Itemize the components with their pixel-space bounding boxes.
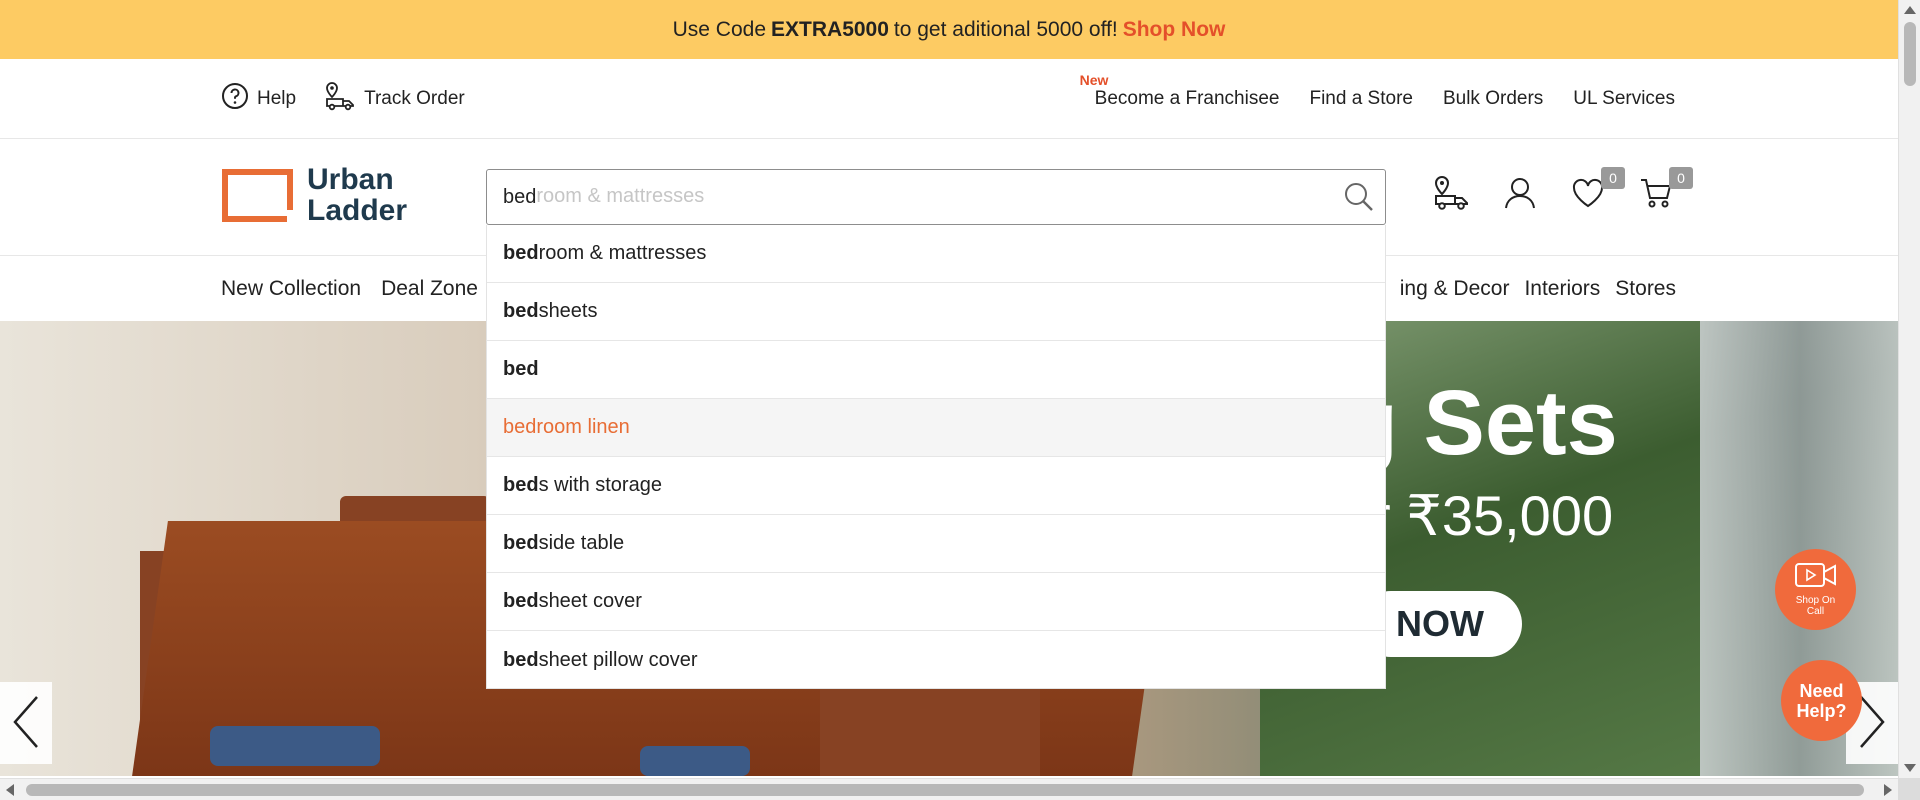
help-label: Help <box>257 88 297 109</box>
suggestion-match: bed <box>503 648 539 671</box>
become-franchisee-label: Become a Franchisee <box>1094 88 1280 109</box>
promo-suffix: to get aditional 5000 off! <box>893 17 1118 41</box>
carousel-prev-button[interactable] <box>0 682 52 764</box>
horizontal-scroll-thumb[interactable] <box>26 784 1864 796</box>
horizontal-scrollbar[interactable] <box>0 778 1898 800</box>
suggestion-item[interactable]: bed s with storage <box>487 457 1385 515</box>
help-link[interactable]: Help <box>221 82 296 116</box>
suggestion-rest: s with storage <box>538 474 662 496</box>
shop-on-call-label: Shop On Call <box>1795 595 1836 617</box>
new-tag: New <box>1079 72 1109 88</box>
suggestion-match: bed <box>503 358 539 380</box>
account-button[interactable] <box>1501 176 1539 214</box>
suggestion-match: bed <box>503 474 539 496</box>
scroll-down-arrow-icon[interactable] <box>1904 764 1916 772</box>
suggestion-match: bed <box>503 242 539 264</box>
suggestion-match: bed <box>503 532 539 554</box>
suggestion-match: bed <box>503 416 537 438</box>
suggestion-item-highlighted[interactable]: bed room linen <box>487 399 1385 457</box>
cart-count-badge: 0 <box>1669 167 1693 189</box>
suggestion-item[interactable]: bed sheet cover <box>487 573 1385 631</box>
logo-text: Urban Ladder <box>307 164 407 226</box>
vertical-scroll-thumb[interactable] <box>1904 22 1916 86</box>
search-icon[interactable] <box>1343 181 1375 218</box>
search-box: bedroom & mattresses <box>486 169 1386 225</box>
user-icon <box>1503 176 1537 215</box>
track-order-link[interactable]: Track Order <box>324 81 465 117</box>
truck-location-icon <box>1433 175 1471 216</box>
logo-line-2: Ladder <box>307 194 408 227</box>
wishlist-count-badge: 0 <box>1601 167 1625 189</box>
truck-location-icon <box>324 81 356 117</box>
promo-bar: Use Code EXTRA5000 to get aditional 5000… <box>0 0 1898 59</box>
suggestion-match: bed <box>503 590 539 612</box>
help-icon <box>221 82 249 116</box>
chevron-left-icon <box>11 695 41 752</box>
need-help-line-1: Need <box>1799 680 1844 701</box>
search-suggestions-dropdown: bed room & mattresses bed sheets bed bed ro… <box>486 225 1386 689</box>
hero-seat-image <box>640 746 750 776</box>
search-input[interactable] <box>487 185 1317 209</box>
ul-services-link[interactable]: UL Services <box>1573 88 1675 110</box>
suggestion-rest: room linen <box>536 416 630 438</box>
nav-furnishing-decor[interactable]: ing & Decor <box>1400 277 1510 301</box>
promo-shop-now-link[interactable]: Shop Now <box>1123 18 1226 42</box>
suggestion-rest: sheets <box>538 300 598 322</box>
wishlist-button[interactable]: 0 <box>1569 167 1625 214</box>
need-help-button[interactable]: Need Help? <box>1781 660 1862 741</box>
track-order-header-button[interactable] <box>1433 175 1471 216</box>
become-franchisee-link[interactable]: New Become a Franchisee <box>1080 72 1280 110</box>
scroll-up-arrow-icon[interactable] <box>1904 6 1916 14</box>
nav-new-collection[interactable]: New Collection <box>221 277 361 301</box>
suggestion-rest: room & mattresses <box>538 242 707 264</box>
utility-bar: Help Track Order New Become a Franchisee … <box>0 59 1898 139</box>
nav-stores[interactable]: Stores <box>1615 277 1676 301</box>
scroll-right-arrow-icon[interactable] <box>1884 784 1892 796</box>
suggestion-rest: sheet cover <box>538 590 642 612</box>
need-help-line-2: Help? <box>1796 700 1847 721</box>
scrollbar-corner <box>1898 778 1920 800</box>
heart-icon <box>1571 178 1605 213</box>
promo-prefix: Use Code <box>672 17 767 41</box>
suggestion-item[interactable]: bed side table <box>487 515 1385 573</box>
suggestion-item[interactable]: bed sheet pillow cover <box>487 631 1385 689</box>
suggestion-match: bed <box>503 300 539 322</box>
suggestion-item[interactable]: bed <box>487 341 1385 399</box>
bulk-orders-link[interactable]: Bulk Orders <box>1443 88 1543 110</box>
vertical-scrollbar[interactable] <box>1898 0 1920 778</box>
header-icons: 0 0 <box>1433 167 1693 216</box>
shop-on-call-button[interactable]: Shop On Call <box>1775 549 1856 630</box>
urban-ladder-logo[interactable]: Urban Ladder <box>222 164 407 226</box>
cart-icon <box>1639 176 1673 215</box>
nav-interiors[interactable]: Interiors <box>1524 277 1600 301</box>
suggestion-rest: side table <box>538 532 625 554</box>
suggestion-item[interactable]: bed sheets <box>487 283 1385 341</box>
video-call-icon <box>1794 562 1838 591</box>
nav-deal-zone[interactable]: Deal Zone <box>381 277 478 301</box>
track-order-label: Track Order <box>364 88 465 109</box>
suggestion-rest: sheet pillow cover <box>538 648 698 671</box>
suggestion-item[interactable]: bed room & mattresses <box>487 225 1385 283</box>
cart-button[interactable]: 0 <box>1637 167 1693 215</box>
logo-mark-icon <box>222 168 293 222</box>
find-store-link[interactable]: Find a Store <box>1309 88 1413 110</box>
logo-line-1: Urban <box>307 163 394 196</box>
hero-price: r ₹35,000 <box>1372 484 1614 547</box>
scroll-left-arrow-icon[interactable] <box>6 784 14 796</box>
hero-seat-image <box>210 726 380 766</box>
promo-code: EXTRA5000 <box>771 17 889 41</box>
